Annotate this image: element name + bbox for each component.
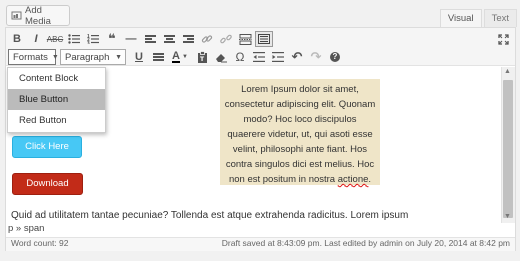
undo-button[interactable]: ↶ <box>288 49 306 65</box>
bullet-list-button[interactable] <box>65 31 83 47</box>
italic-icon: I <box>34 33 38 45</box>
menu-item-blue-button[interactable]: Blue Button <box>8 89 105 110</box>
insert-link-button[interactable] <box>198 31 216 47</box>
misspelled-word[interactable]: actione <box>338 174 369 185</box>
formats-dropdown-menu: Content Block Blue Button Red Button <box>7 67 106 133</box>
redo-button[interactable]: ↷ <box>307 49 325 65</box>
align-left-button[interactable] <box>141 31 159 47</box>
word-count: Word count: 92 <box>11 238 69 248</box>
text-color-button[interactable]: A ▼ <box>168 49 192 65</box>
formats-select[interactable]: Formats ▼ <box>8 49 59 65</box>
read-more-icon <box>238 33 252 45</box>
toolbar-toggle-icon <box>258 34 270 44</box>
paragraph-select[interactable]: Paragraph ▼ <box>60 49 126 65</box>
unlink-icon <box>220 34 232 44</box>
blockquote-icon: ❝ <box>108 31 116 46</box>
paragraph-text: Quid ad utilitatem tantae pecuniae? Toll… <box>11 210 409 221</box>
content-block: Lorem Ipsum dolor sit amet, consectetur … <box>220 79 380 185</box>
outdent-button[interactable] <box>250 49 268 65</box>
numbered-list-button[interactable]: 123 <box>84 31 102 47</box>
red-button-download[interactable]: Download <box>12 173 83 195</box>
add-media-button[interactable]: Add Media <box>6 4 70 27</box>
add-media-label: Add Media <box>25 4 51 27</box>
menu-item-content-block[interactable]: Content Block <box>8 68 105 89</box>
horizontal-line-icon: — <box>125 33 137 45</box>
align-left-icon <box>144 35 156 43</box>
fullscreen-button[interactable] <box>494 31 512 47</box>
clear-formatting-button[interactable] <box>212 49 230 65</box>
scroll-down-arrow-icon[interactable]: ▼ <box>504 213 511 220</box>
paste-text-icon: T <box>197 51 207 63</box>
menu-item-red-button[interactable]: Red Button <box>8 110 105 131</box>
text-color-icon: A <box>172 50 180 63</box>
svg-text:3: 3 <box>87 40 90 44</box>
omega-icon: Ω <box>235 50 245 64</box>
scrollbar-thumb[interactable] <box>503 80 513 218</box>
editor-tabs: Visual Text <box>439 9 517 27</box>
align-center-button[interactable] <box>160 31 178 47</box>
content-block-text: Lorem Ipsum dolor sit amet, consectetur … <box>224 84 376 185</box>
content-block-text-end: . <box>368 174 372 185</box>
link-icon <box>201 35 213 43</box>
redo-icon: ↷ <box>310 49 322 64</box>
bold-button[interactable]: B <box>8 31 26 47</box>
toolbar-row-1: B I ABC 123 ❝ — <box>8 31 274 47</box>
help-icon: ? <box>330 52 340 62</box>
tab-text[interactable]: Text <box>483 9 517 27</box>
justify-button[interactable] <box>149 49 167 65</box>
italic-button[interactable]: I <box>27 31 45 47</box>
align-right-icon <box>182 35 194 43</box>
eraser-icon <box>216 53 227 62</box>
indent-button[interactable] <box>269 49 287 65</box>
read-more-button[interactable] <box>236 31 254 47</box>
outdent-icon <box>253 52 265 62</box>
justify-icon <box>152 53 164 61</box>
numbered-list-icon: 123 <box>87 34 99 44</box>
bullet-list-icon <box>68 34 80 44</box>
chevron-down-icon: ▼ <box>182 54 188 60</box>
undo-icon: ↶ <box>291 49 303 64</box>
paste-as-text-button[interactable]: T <box>193 49 211 65</box>
strikethrough-button[interactable]: ABC <box>46 31 64 47</box>
align-center-icon <box>163 35 175 43</box>
special-character-button[interactable]: Ω <box>231 49 249 65</box>
paragraph-select-label: Paragraph <box>65 51 110 63</box>
align-right-button[interactable] <box>179 31 197 47</box>
underline-button[interactable]: U <box>130 49 148 65</box>
save-status: Draft saved at 8:43:09 pm. Last edited b… <box>221 238 510 248</box>
blue-button-click-here[interactable]: Click Here <box>12 136 82 158</box>
toolbar-toggle-button[interactable] <box>255 31 273 47</box>
bold-icon: B <box>13 33 21 45</box>
indent-icon <box>272 52 284 62</box>
formats-select-label: Formats <box>13 51 48 63</box>
blockquote-button[interactable]: ❝ <box>103 31 121 47</box>
toolbar-row-2: Formats ▼ Paragraph ▼ U A ▼ T Ω ↶ ↷ ? <box>8 48 345 66</box>
media-icon <box>11 10 22 21</box>
underline-icon: U <box>135 51 143 63</box>
chevron-down-icon: ▼ <box>51 53 59 61</box>
chevron-down-icon: ▼ <box>115 53 122 61</box>
fullscreen-icon <box>497 33 509 45</box>
strikethrough-icon: ABC <box>46 34 64 44</box>
element-path: p » span <box>8 223 45 234</box>
tab-visual[interactable]: Visual <box>439 9 482 27</box>
scroll-up-arrow-icon[interactable]: ▲ <box>504 68 511 75</box>
horizontal-line-button[interactable]: — <box>122 31 140 47</box>
unlink-button[interactable] <box>217 31 235 47</box>
help-button[interactable]: ? <box>326 49 344 65</box>
